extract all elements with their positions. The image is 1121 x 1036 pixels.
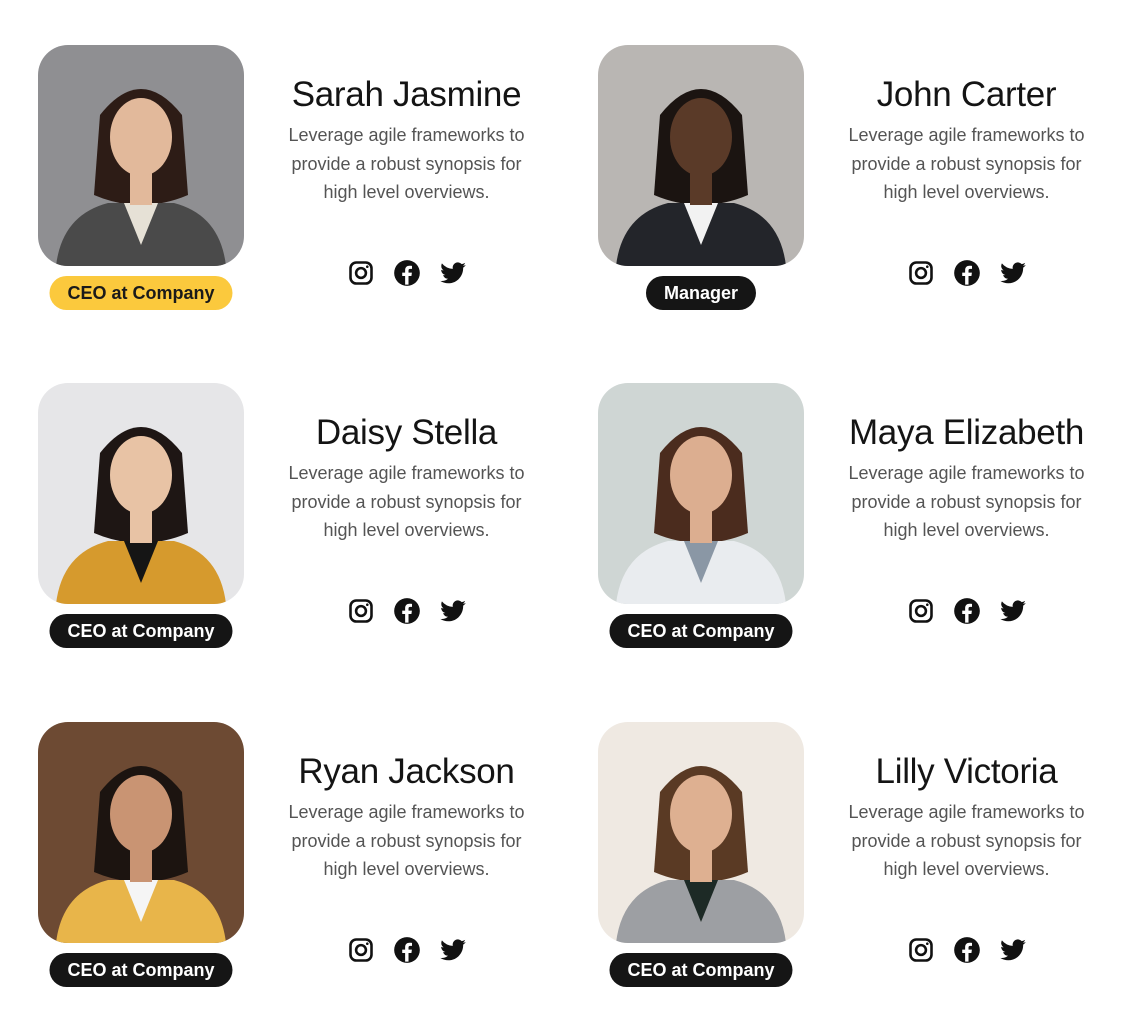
role-badge: Manager [645,276,757,310]
member-info: Lilly Victoria Leverage agile frameworks… [834,748,1099,964]
member-info: Sarah Jasmine Leverage agile frameworks … [274,71,539,287]
member-description: Leverage agile frameworks to provide a r… [848,125,1085,202]
member-description: Leverage agile frameworks to provide a r… [848,802,1085,879]
social-links [834,936,1099,964]
twitter-icon[interactable] [999,259,1027,287]
team-card: CEO at Company Lilly Victoria Leverage a… [598,722,1118,1012]
social-links [834,259,1099,287]
member-description: Leverage agile frameworks to provide a r… [288,125,525,202]
member-description: Leverage agile frameworks to provide a r… [288,802,525,879]
role-badge: CEO at Company [49,614,233,648]
member-name: Ryan Jackson [298,752,515,791]
instagram-icon[interactable] [907,259,935,287]
member-photo [38,45,244,266]
role-badge: CEO at Company [49,276,233,310]
role-badge: CEO at Company [609,614,793,648]
member-info: Maya Elizabeth Leverage agile frameworks… [834,409,1099,625]
member-photo-wrap: Manager [598,45,804,310]
team-card: CEO at Company Sarah Jasmine Leverage ag… [38,45,558,335]
instagram-icon[interactable] [347,259,375,287]
member-name: John Carter [876,75,1057,114]
member-info: Daisy Stella Leverage agile frameworks t… [274,409,539,625]
team-card: CEO at Company Maya Elizabeth Leverage a… [598,383,1118,673]
team-card: CEO at Company Daisy Stella Leverage agi… [38,383,558,673]
member-photo-wrap: CEO at Company [38,45,244,310]
team-card: CEO at Company Ryan Jackson Leverage agi… [38,722,558,1012]
member-name: Sarah Jasmine [291,75,522,114]
facebook-icon[interactable] [393,936,421,964]
twitter-icon[interactable] [999,936,1027,964]
instagram-icon[interactable] [347,936,375,964]
member-photo [598,722,804,943]
facebook-icon[interactable] [953,936,981,964]
member-photo-wrap: CEO at Company [598,383,804,648]
social-links [274,597,539,625]
team-grid: CEO at Company Sarah Jasmine Leverage ag… [0,0,1121,1036]
instagram-icon[interactable] [907,597,935,625]
role-badge: CEO at Company [609,953,793,987]
facebook-icon[interactable] [393,259,421,287]
member-photo [598,45,804,266]
member-photo [38,722,244,943]
twitter-icon[interactable] [439,259,467,287]
member-name: Daisy Stella [315,413,498,452]
member-photo-wrap: CEO at Company [38,383,244,648]
social-links [274,936,539,964]
twitter-icon[interactable] [439,597,467,625]
member-name: Maya Elizabeth [848,413,1085,452]
member-description: Leverage agile frameworks to provide a r… [848,463,1085,540]
member-photo [598,383,804,604]
member-info: Ryan Jackson Leverage agile frameworks t… [274,748,539,964]
role-badge: CEO at Company [49,953,233,987]
member-photo [38,383,244,604]
member-photo-wrap: CEO at Company [598,722,804,987]
twitter-icon[interactable] [999,597,1027,625]
facebook-icon[interactable] [953,259,981,287]
member-photo-wrap: CEO at Company [38,722,244,987]
social-links [834,597,1099,625]
member-description: Leverage agile frameworks to provide a r… [288,463,525,540]
member-info: John Carter Leverage agile frameworks to… [834,71,1099,287]
team-card: Manager John Carter Leverage agile frame… [598,45,1118,335]
instagram-icon[interactable] [907,936,935,964]
member-name: Lilly Victoria [875,752,1058,791]
social-links [274,259,539,287]
facebook-icon[interactable] [953,597,981,625]
twitter-icon[interactable] [439,936,467,964]
facebook-icon[interactable] [393,597,421,625]
instagram-icon[interactable] [347,597,375,625]
